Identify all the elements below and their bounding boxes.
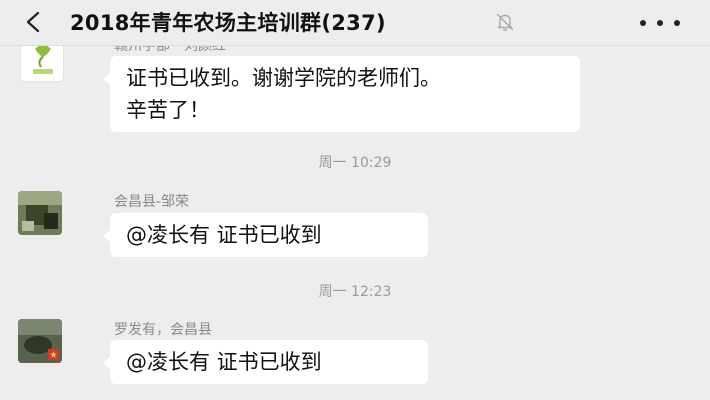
more-dots-icon xyxy=(640,20,646,26)
photo-avatar-icon xyxy=(18,319,62,363)
message-bubble[interactable]: @凌长有 证书已收到 xyxy=(103,340,428,384)
avatar[interactable] xyxy=(20,46,64,82)
sender-name: 罗发有，会昌县 xyxy=(114,322,212,338)
message-text: 辛苦了！ xyxy=(126,98,210,122)
message-text: 证书已收到。谢谢学院的老师们。 xyxy=(126,66,441,90)
timestamp: 周一 10:29 xyxy=(318,155,392,171)
photo-avatar-icon xyxy=(18,191,62,235)
avatar[interactable] xyxy=(18,191,62,235)
message-bubble[interactable]: @凌长有 证书已收到 xyxy=(103,213,428,257)
bell-muted-icon xyxy=(496,13,514,31)
sender-name: 赣州字部一刘颜红 xyxy=(114,46,226,54)
sender-name: 会昌县-邹荣 xyxy=(114,194,190,210)
message-bubble[interactable]: 证书已收到。谢谢学院的老师们。 辛苦了！ xyxy=(103,56,580,132)
message-list[interactable]: 赣州字部一刘颜红 证书已收到。谢谢学院的老师们。 辛苦了！ 周一 10:29 会… xyxy=(0,46,710,400)
chat-header: 2018年青年农场主培训群(237) xyxy=(0,0,710,46)
avatar[interactable] xyxy=(18,319,62,363)
back-chevron-icon xyxy=(26,11,40,33)
back-button[interactable] xyxy=(18,6,50,38)
timestamp: 周一 12:23 xyxy=(318,284,392,300)
farm-logo-icon xyxy=(33,46,53,74)
more-options-button[interactable] xyxy=(640,10,680,36)
message-text: @凌长有 证书已收到 xyxy=(126,223,322,247)
message-text: @凌长有 证书已收到 xyxy=(126,350,322,374)
chat-title: 2018年青年农场主培训群(237) xyxy=(70,11,386,35)
